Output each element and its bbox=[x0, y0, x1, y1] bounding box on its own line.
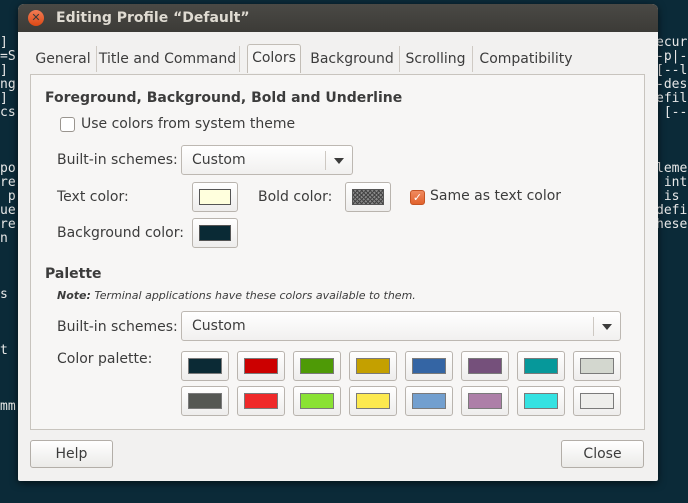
same-as-text-checkbox[interactable]: ✓ bbox=[410, 190, 425, 205]
palette-color-button-4[interactable] bbox=[405, 351, 453, 381]
tab-colors[interactable]: Colors bbox=[247, 44, 301, 73]
titlebar: ✕ Editing Profile “Default” bbox=[18, 4, 658, 32]
bold-color-button[interactable] bbox=[345, 182, 391, 212]
palette-color-swatch bbox=[524, 358, 558, 374]
palette-color-swatch bbox=[524, 393, 558, 409]
palette-color-swatch bbox=[244, 358, 278, 374]
color-palette-label: Color palette: bbox=[57, 351, 153, 367]
palette-color-swatch bbox=[188, 358, 222, 374]
tab-background[interactable]: Background bbox=[305, 46, 400, 72]
fg-schemes-dropdown[interactable]: Custom bbox=[181, 145, 353, 175]
palette-color-button-0[interactable] bbox=[181, 351, 229, 381]
palette-section-title: Palette bbox=[45, 266, 102, 282]
profile-dialog: ✕ Editing Profile “Default” General Titl… bbox=[18, 4, 658, 481]
palette-color-swatch bbox=[412, 358, 446, 374]
tab-scrolling[interactable]: Scrolling bbox=[399, 46, 473, 72]
palette-color-swatch bbox=[580, 393, 614, 409]
palette-color-swatch bbox=[188, 393, 222, 409]
terminal-background-text-right: ecur -p|- [--l -des efil [-- leme int is… bbox=[656, 35, 688, 232]
tab-title-and-command[interactable]: Title and Command bbox=[96, 46, 240, 72]
palette-color-button-2[interactable] bbox=[293, 351, 341, 381]
text-color-label: Text color: bbox=[57, 189, 129, 205]
dropdown-separator bbox=[325, 151, 326, 170]
palette-schemes-label: Built-in schemes: bbox=[57, 319, 178, 335]
bold-color-swatch-disabled bbox=[352, 189, 384, 205]
colors-panel: Foreground, Background, Bold and Underli… bbox=[30, 74, 645, 430]
palette-color-button-12[interactable] bbox=[405, 386, 453, 416]
tab-general[interactable]: General bbox=[30, 46, 97, 72]
window-close-icon[interactable]: ✕ bbox=[28, 10, 44, 26]
palette-color-button-15[interactable] bbox=[573, 386, 621, 416]
bold-color-label: Bold color: bbox=[258, 189, 333, 205]
palette-color-swatch bbox=[580, 358, 614, 374]
fg-schemes-label: Built-in schemes: bbox=[57, 152, 178, 168]
text-color-button[interactable] bbox=[192, 182, 238, 212]
palette-color-swatch bbox=[356, 393, 390, 409]
palette-color-swatch bbox=[468, 393, 502, 409]
palette-color-button-7[interactable] bbox=[573, 351, 621, 381]
same-as-text-label: Same as text color bbox=[430, 188, 562, 204]
palette-schemes-value: Custom bbox=[192, 318, 246, 334]
palette-color-swatch bbox=[300, 358, 334, 374]
palette-color-swatch bbox=[356, 358, 390, 374]
palette-color-button-14[interactable] bbox=[517, 386, 565, 416]
background-color-label: Background color: bbox=[57, 225, 184, 241]
use-system-colors-label: Use colors from system theme bbox=[81, 116, 296, 132]
palette-note: Note: Terminal applications have these c… bbox=[57, 289, 416, 302]
fg-schemes-value: Custom bbox=[192, 152, 246, 168]
palette-color-swatch bbox=[244, 393, 278, 409]
background-color-button[interactable] bbox=[192, 218, 238, 248]
palette-color-swatch bbox=[468, 358, 502, 374]
chevron-down-icon bbox=[334, 158, 344, 164]
palette-color-button-1[interactable] bbox=[237, 351, 285, 381]
help-button[interactable]: Help bbox=[30, 440, 113, 468]
dropdown-separator bbox=[593, 317, 594, 336]
palette-color-button-8[interactable] bbox=[181, 386, 229, 416]
close-button[interactable]: Close bbox=[561, 440, 644, 468]
terminal-background-text-left: ] =S ] ng ] cs po re p ue re n s t mm bbox=[0, 35, 16, 414]
palette-color-button-5[interactable] bbox=[461, 351, 509, 381]
palette-color-button-6[interactable] bbox=[517, 351, 565, 381]
text-color-swatch bbox=[199, 189, 231, 205]
window-title: Editing Profile “Default” bbox=[56, 10, 250, 26]
palette-schemes-dropdown[interactable]: Custom bbox=[181, 311, 621, 341]
palette-color-button-11[interactable] bbox=[349, 386, 397, 416]
chevron-down-icon bbox=[602, 324, 612, 330]
fg-section-title: Foreground, Background, Bold and Underli… bbox=[45, 90, 403, 106]
tab-compatibility[interactable]: Compatibility bbox=[472, 46, 580, 72]
palette-color-button-13[interactable] bbox=[461, 386, 509, 416]
palette-color-swatch bbox=[300, 393, 334, 409]
palette-note-bold: Note: bbox=[57, 289, 91, 302]
palette-color-swatch bbox=[412, 393, 446, 409]
palette-color-button-3[interactable] bbox=[349, 351, 397, 381]
palette-note-text: Terminal applications have these colors … bbox=[90, 289, 416, 302]
palette-color-button-10[interactable] bbox=[293, 386, 341, 416]
palette-color-button-9[interactable] bbox=[237, 386, 285, 416]
background-color-swatch bbox=[199, 225, 231, 241]
use-system-colors-checkbox[interactable] bbox=[60, 117, 75, 132]
